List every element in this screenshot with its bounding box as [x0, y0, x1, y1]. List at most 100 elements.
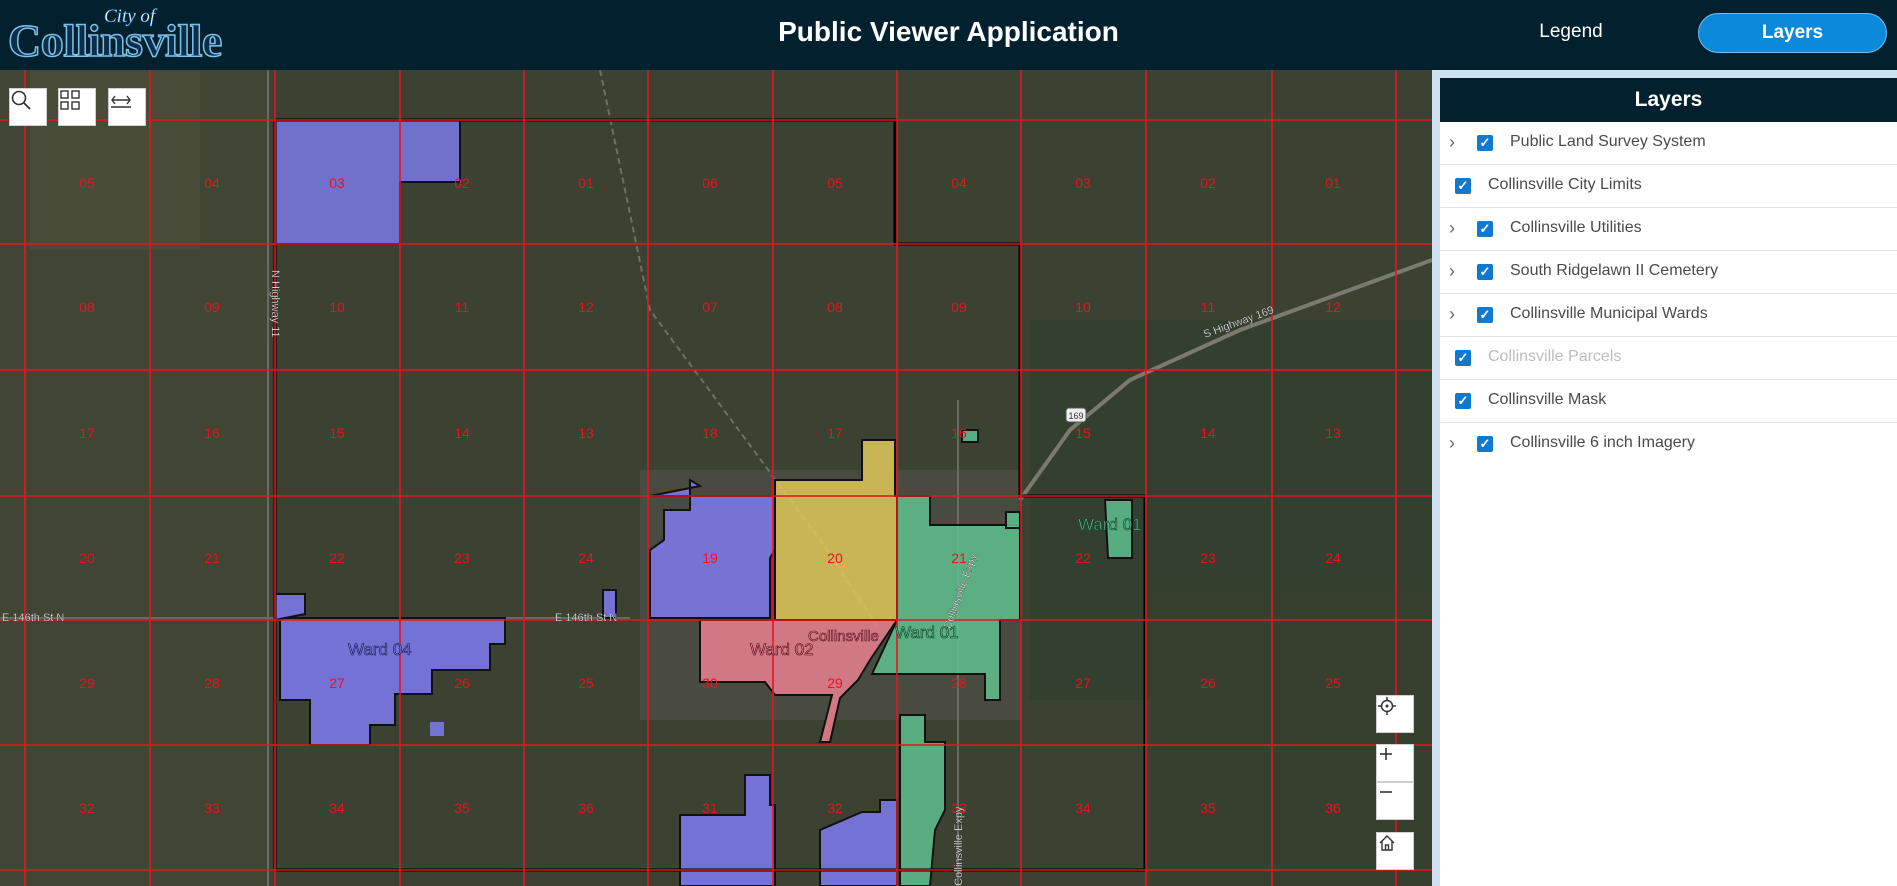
- layer-item-imagery[interactable]: › ✓ Collinsville 6 inch Imagery: [1440, 423, 1897, 466]
- section-number: 17: [79, 425, 95, 441]
- road-label: E 146th St N: [2, 612, 64, 624]
- section-number: 13: [578, 425, 594, 441]
- zoom-in-button[interactable]: [1376, 744, 1414, 782]
- section-number: 16: [204, 425, 220, 441]
- section-number: 18: [702, 425, 718, 441]
- section-number: 35: [1200, 800, 1216, 816]
- section-number: 02: [1200, 175, 1216, 191]
- layer-label: Collinsville Mask: [1488, 391, 1607, 408]
- home-icon: [1379, 835, 1395, 851]
- section-number: 16: [951, 425, 967, 441]
- ward-01-small-polygon: [1005, 511, 1021, 529]
- layer-item-mask[interactable]: ✓ Collinsville Mask: [1440, 380, 1897, 423]
- layers-panel-title: Layers: [1440, 78, 1897, 122]
- layers-panel: Layers › ✓ Public Land Survey System ✓ C…: [1432, 70, 1897, 886]
- layer-checkbox[interactable]: ✓: [1455, 350, 1471, 366]
- search-icon: [11, 90, 31, 110]
- section-number: 26: [454, 675, 470, 691]
- section-number: 24: [578, 550, 594, 566]
- city-label: Collinsville: [808, 628, 879, 645]
- home-button[interactable]: [1376, 832, 1414, 870]
- layer-checkbox[interactable]: ✓: [1477, 221, 1493, 237]
- map-view[interactable]: 05 04 03 02 01 06 05 04 03 02 01 08 09 1…: [0, 70, 1432, 886]
- section-number: 34: [1075, 800, 1091, 816]
- logo-collinsville: Collinsville: [7, 14, 223, 67]
- layer-item-cemetery[interactable]: › ✓ South Ridgelawn II Cemetery: [1440, 251, 1897, 294]
- section-number: 29: [827, 675, 843, 691]
- section-number: 14: [454, 425, 470, 441]
- section-number: 26: [1200, 675, 1216, 691]
- section-number: 25: [1325, 675, 1341, 691]
- section-number: 05: [827, 175, 843, 191]
- section-number: 09: [951, 299, 967, 315]
- section-number: 24: [1325, 550, 1341, 566]
- layer-item-wards[interactable]: › ✓ Collinsville Municipal Wards: [1440, 294, 1897, 337]
- map-canvas: 05 04 03 02 01 06 05 04 03 02 01 08 09 1…: [0, 70, 1432, 886]
- layer-checkbox[interactable]: ✓: [1455, 393, 1471, 409]
- section-number: 28: [951, 675, 967, 691]
- section-number: 11: [455, 299, 470, 315]
- search-button[interactable]: [9, 88, 47, 126]
- section-number: 07: [702, 299, 718, 315]
- chevron-right-icon[interactable]: ›: [1449, 219, 1455, 237]
- zoom-out-button[interactable]: [1376, 782, 1414, 820]
- layer-checkbox[interactable]: ✓: [1477, 307, 1493, 323]
- section-number: 35: [454, 800, 470, 816]
- section-number: 14: [1200, 425, 1216, 441]
- locate-button[interactable]: [1376, 695, 1414, 733]
- section-number: 33: [204, 800, 220, 816]
- layer-item-parcels[interactable]: ✓ Collinsville Parcels: [1440, 337, 1897, 380]
- section-number: 15: [1075, 425, 1091, 441]
- chevron-right-icon[interactable]: ›: [1449, 262, 1455, 280]
- measure-button[interactable]: [108, 88, 146, 126]
- section-number: 19: [702, 550, 718, 566]
- basemap-grid-icon: [60, 90, 80, 110]
- layer-item-city-limits[interactable]: ✓ Collinsville City Limits: [1440, 165, 1897, 208]
- section-number: 27: [1075, 675, 1091, 691]
- layer-checkbox[interactable]: ✓: [1477, 264, 1493, 280]
- layer-label: Collinsville City Limits: [1488, 176, 1642, 193]
- plus-icon: [1380, 748, 1392, 760]
- locate-icon: [1378, 697, 1396, 715]
- section-number: 22: [1075, 550, 1091, 566]
- section-number: 05: [79, 175, 95, 191]
- section-number: 10: [1075, 299, 1091, 315]
- section-number: 01: [578, 175, 594, 191]
- section-number: 34: [329, 800, 345, 816]
- section-number: 04: [204, 175, 220, 191]
- road-label: E 146th St N: [555, 612, 617, 624]
- layer-label: Collinsville Utilities: [1510, 219, 1642, 236]
- section-number: 12: [578, 299, 594, 315]
- section-number: 23: [454, 550, 470, 566]
- layer-checkbox[interactable]: ✓: [1477, 436, 1493, 452]
- section-number: 08: [79, 299, 95, 315]
- highway-shield-label: 169: [1068, 411, 1083, 421]
- section-number: 36: [578, 800, 594, 816]
- section-number: 04: [951, 175, 967, 191]
- section-number: 11: [1201, 299, 1216, 315]
- section-number: 23: [1200, 550, 1216, 566]
- section-number: 20: [827, 550, 843, 566]
- layers-button[interactable]: Layers: [1698, 13, 1887, 53]
- layer-checkbox[interactable]: ✓: [1455, 178, 1471, 194]
- ward-label: Ward 01: [1078, 515, 1142, 534]
- ward-04-small-polygon: [430, 722, 444, 736]
- legend-button[interactable]: Legend: [1500, 13, 1642, 51]
- city-logo[interactable]: City of Collinsville: [7, 4, 248, 67]
- section-number: 32: [79, 800, 95, 816]
- layer-item-utilities[interactable]: › ✓ Collinsville Utilities: [1440, 208, 1897, 251]
- section-number: 10: [329, 299, 345, 315]
- layer-item-plss[interactable]: › ✓ Public Land Survey System: [1440, 122, 1897, 165]
- layer-checkbox[interactable]: ✓: [1477, 135, 1493, 151]
- chevron-right-icon[interactable]: ›: [1449, 305, 1455, 323]
- chevron-right-icon[interactable]: ›: [1449, 133, 1455, 151]
- basemap-gallery-button[interactable]: [58, 88, 96, 126]
- app-header: City of Collinsville Public Viewer Appli…: [0, 0, 1897, 70]
- section-number: 22: [329, 550, 345, 566]
- ward-label: Ward 04: [348, 640, 412, 659]
- road-label: N Highway 11: [269, 270, 281, 338]
- section-number: 25: [578, 675, 594, 691]
- section-number: 02: [454, 175, 470, 191]
- layer-label: Collinsville Municipal Wards: [1510, 305, 1708, 322]
- chevron-right-icon[interactable]: ›: [1449, 434, 1455, 452]
